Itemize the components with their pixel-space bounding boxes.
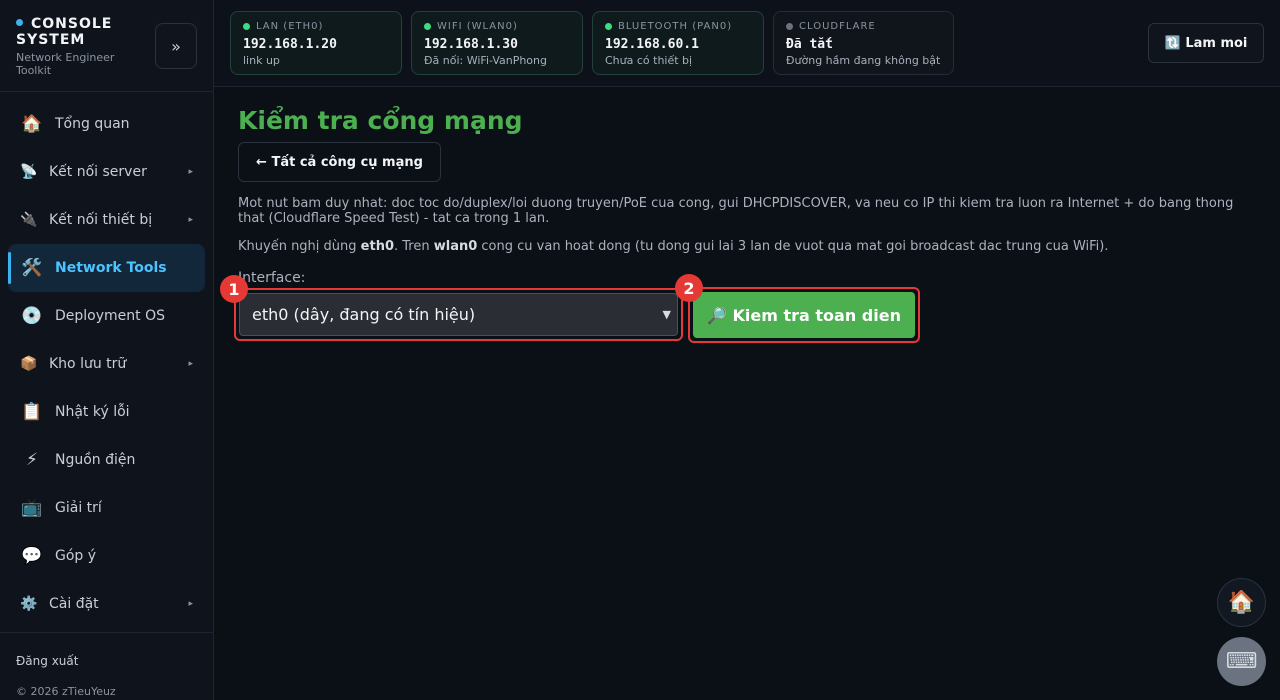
sidebar: CONSOLE SYSTEM Network Engineer Toolkit …: [0, 0, 214, 700]
sidebar-item-label: Kho lưu trữ: [49, 356, 127, 372]
sidebar-item-label: Tổng quan: [55, 116, 130, 132]
status-card-wifi: WIFI (WLAN0) 192.168.1.30 Đã nối: WiFi-V…: [411, 11, 583, 75]
brand: CONSOLE SYSTEM Network Engineer Toolkit: [16, 16, 146, 77]
interface-select[interactable]: eth0 (dây, đang có tín hiệu) ▼: [239, 293, 678, 336]
card-label: CLOUDFLARE: [799, 21, 876, 32]
sidebar-item-nguon-dien[interactable]: ⚡ Nguồn điện: [8, 436, 205, 484]
keyboard-fab-button[interactable]: ⌨: [1217, 637, 1266, 686]
sidebar-item-ket-noi-server[interactable]: 📡 Kết nối server ▸: [8, 148, 205, 196]
sidebar-item-deployment-os[interactable]: 💿 Deployment OS: [8, 292, 205, 340]
status-dot: [424, 23, 431, 30]
divider: [0, 91, 213, 92]
card-sub: Đường hầm đang không bật: [786, 54, 941, 67]
status-card-lan: LAN (ETH0) 192.168.1.20 link up: [230, 11, 402, 75]
refresh-button[interactable]: 🔃 Lam moi: [1148, 23, 1264, 63]
interface-selected-value: eth0 (dây, đang có tín hiệu): [252, 305, 476, 324]
sidebar-item-cai-dat[interactable]: ⚙️ Cài đặt ▸: [8, 580, 205, 628]
sidebar-item-nhat-ky-loi[interactable]: 📋 Nhật ký lỗi: [8, 388, 205, 436]
status-dot: [243, 23, 250, 30]
sidebar-item-tong-quan[interactable]: 🏠 Tổng quan: [8, 100, 205, 148]
card-label: LAN (ETH0): [256, 21, 324, 32]
chevron-right-icon: ▸: [188, 215, 193, 225]
run-button-highlight: 🔎 Kiem tra toan dien: [688, 287, 920, 343]
tv-icon: 📺: [21, 498, 43, 518]
status-card-bluetooth: BLUETOOTH (PAN0) 192.168.60.1 Chưa có th…: [592, 11, 764, 75]
card-value: Đã tắt: [786, 37, 833, 52]
status-dot: [786, 23, 793, 30]
sidebar-item-gop-y[interactable]: 💬 Góp ý: [8, 532, 205, 580]
brand-title: CONSOLE SYSTEM: [16, 16, 113, 48]
chevron-right-icon: ▸: [188, 359, 193, 369]
status-dot: [16, 19, 23, 26]
sidebar-item-label: Kết nối server: [49, 164, 147, 180]
chevron-down-icon: ▼: [662, 308, 671, 321]
home-icon: 🏠: [21, 114, 43, 134]
home-fab-button[interactable]: 🏠: [1217, 578, 1266, 627]
satellite-icon: 📡: [20, 164, 38, 180]
card-sub: Chưa có thiết bị: [605, 54, 693, 67]
card-value: 192.168.1.20: [243, 37, 337, 52]
interface-label: Interface:: [238, 270, 306, 286]
status-dot: [605, 23, 612, 30]
plug-icon: 🔌: [20, 212, 38, 228]
sidebar-item-kho-luu-tru[interactable]: 📦 Kho lưu trữ ▸: [8, 340, 205, 388]
interface-select-highlight: eth0 (dây, đang có tín hiệu) ▼: [234, 288, 683, 341]
sidebar-nav: 🏠 Tổng quan 📡 Kết nối server ▸ 🔌 Kết nối thi…: [8, 100, 205, 628]
speech-bubble-icon: 💬: [21, 546, 43, 566]
sidebar-item-label: Kết nối thiết bị: [49, 212, 153, 228]
tool-hint: Khuyến nghị dùng eth0. Tren wlan0 cong c…: [238, 239, 1109, 254]
package-icon: 📦: [20, 356, 38, 372]
gear-icon: ⚙️: [20, 596, 38, 612]
card-value: 192.168.1.30: [424, 37, 518, 52]
annotation-marker-2: 2: [675, 274, 703, 302]
card-label: BLUETOOTH (PAN0): [618, 21, 733, 32]
run-full-check-button[interactable]: 🔎 Kiem tra toan dien: [693, 292, 915, 338]
card-value: 192.168.60.1: [605, 37, 699, 52]
keyboard-icon: ⌨: [1225, 649, 1258, 674]
back-to-tools-button[interactable]: ← Tất cả công cụ mạng: [238, 142, 441, 182]
sidebar-item-label: Nhật ký lỗi: [55, 404, 130, 420]
sidebar-item-network-tools[interactable]: 🛠️ Network Tools: [8, 244, 205, 292]
sidebar-item-label: Cài đặt: [49, 596, 99, 612]
sidebar-item-label: Deployment OS: [55, 308, 165, 324]
sidebar-item-ket-noi-thiet-bi[interactable]: 🔌 Kết nối thiết bị ▸: [8, 196, 205, 244]
annotation-marker-1: 1: [220, 275, 248, 303]
clipboard-icon: 📋: [21, 402, 43, 422]
expand-sidebar-button[interactable]: »: [155, 23, 197, 69]
page-title: Kiểm tra cổng mạng: [238, 106, 523, 135]
sidebar-item-label: Giải trí: [55, 500, 102, 516]
tools-icon: 🛠️: [21, 258, 43, 278]
card-sub: link up: [243, 54, 280, 67]
chevron-right-icon: ▸: [188, 167, 193, 177]
tool-description: Mot nut bam duy nhat: doc toc do/duplex/…: [238, 196, 1234, 226]
divider: [0, 632, 213, 633]
logout-link[interactable]: Đăng xuất: [16, 654, 78, 668]
brand-subtitle: Network Engineer Toolkit: [16, 51, 115, 77]
sidebar-item-label: Network Tools: [55, 260, 167, 276]
lightning-icon: ⚡: [26, 450, 38, 470]
sidebar-item-label: Nguồn điện: [55, 452, 136, 468]
card-label: WIFI (WLAN0): [437, 21, 518, 32]
disc-icon: 💿: [21, 306, 43, 326]
card-sub: Đã nối: WiFi-VanPhong: [424, 54, 547, 67]
sidebar-item-label: Góp ý: [55, 548, 97, 564]
copyright: © 2026 zTieuYeuz: [16, 685, 116, 698]
status-card-cloudflare: CLOUDFLARE Đã tắt Đường hầm đang không b…: [773, 11, 954, 75]
sidebar-item-giai-tri[interactable]: 📺 Giải trí: [8, 484, 205, 532]
status-bar: LAN (ETH0) 192.168.1.20 link up WIFI (WL…: [214, 0, 1280, 87]
chevron-right-icon: ▸: [188, 599, 193, 609]
home-icon: 🏠: [1227, 590, 1256, 615]
